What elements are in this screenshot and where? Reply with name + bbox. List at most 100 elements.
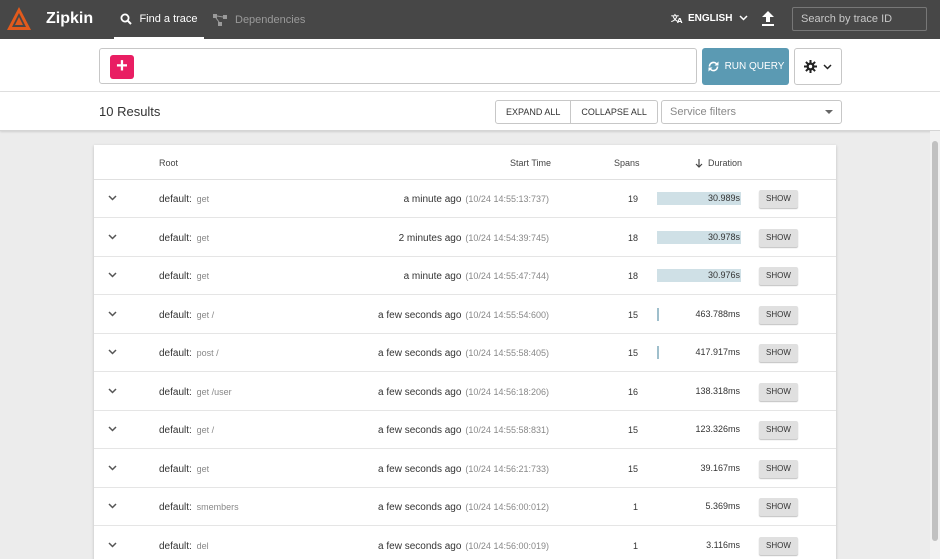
start-time-relative: a minute ago [403, 194, 462, 205]
settings-dropdown-button[interactable] [794, 48, 842, 85]
service-name: default: [159, 502, 192, 513]
table-row[interactable]: default: post / a few seconds ago (10/24 … [94, 334, 836, 372]
span-name: get /user [196, 386, 232, 397]
run-query-button[interactable]: RUN QUERY [702, 48, 789, 85]
table-row[interactable]: default: get / a few seconds ago (10/24 1… [94, 411, 836, 449]
expand-row-chevron-icon[interactable] [108, 503, 117, 509]
show-trace-button[interactable]: SHOW [759, 344, 798, 362]
expand-row-chevron-icon[interactable] [108, 349, 117, 355]
duration-cell: 30.976s [657, 269, 741, 282]
span-name: get [196, 194, 210, 204]
expand-row-chevron-icon[interactable] [108, 233, 117, 240]
start-time-cell: a few seconds ago (10/24 14:55:54:600) [378, 310, 549, 321]
zipkin-logo-icon [7, 7, 31, 30]
start-time-relative: a few seconds ago [378, 348, 462, 359]
start-time-relative: a minute ago [403, 271, 462, 282]
translate-icon: 文 A [671, 13, 683, 24]
expand-all-button[interactable]: EXPAND ALL [496, 101, 570, 123]
table-row[interactable]: default: get 2 minutes ago (10/24 14:54:3… [94, 219, 836, 257]
duration-cell: 3.116ms [657, 539, 741, 552]
expand-row-chevron-icon[interactable] [108, 464, 117, 471]
header-spans[interactable]: Spans [614, 158, 640, 168]
chevron-down-icon [823, 63, 832, 70]
upload-icon[interactable] [761, 11, 775, 27]
service-name: default: [159, 271, 192, 282]
scrollbar-thumb[interactable] [932, 141, 938, 541]
service-name: default: [159, 194, 192, 205]
spans-count: 18 [627, 232, 638, 243]
expand-row-chevron-icon[interactable] [108, 310, 117, 317]
show-trace-button[interactable]: SHOW [759, 190, 798, 208]
root-cell: default: get / [159, 425, 214, 436]
root-cell: default: get [159, 194, 209, 205]
spans-count: 19 [627, 194, 638, 204]
start-time-cell: a few seconds ago (10/24 14:56:00:012) [378, 502, 549, 513]
start-time-absolute: (10/24 14:56:21:733) [465, 463, 549, 474]
tab-find-a-trace[interactable]: Find a trace [114, 0, 204, 39]
page-scrollbar[interactable] [930, 131, 940, 559]
header-duration[interactable]: Duration [695, 158, 742, 168]
spans-count: 18 [627, 271, 638, 281]
spans-count: 1 [632, 502, 638, 512]
expand-row-chevron-icon[interactable] [108, 387, 117, 394]
start-time-relative: a few seconds ago [378, 386, 462, 398]
table-row[interactable]: default: get /user a few seconds ago (10/… [94, 373, 836, 411]
duration-cell: 417.917ms [657, 346, 741, 359]
table-row[interactable]: default: del a few seconds ago (10/24 14:… [94, 527, 836, 559]
spans-count: 16 [627, 386, 638, 397]
table-row[interactable]: default: get a few seconds ago (10/24 14:… [94, 450, 836, 488]
query-criteria-input[interactable]: + [99, 48, 697, 84]
duration-value: 5.369ms [705, 501, 740, 511]
start-time-absolute: (10/24 14:55:54:600) [465, 309, 549, 320]
search-icon [120, 13, 133, 25]
header-start-time[interactable]: Start Time [510, 158, 551, 168]
root-cell: default: del [159, 541, 209, 552]
span-name: smembers [196, 502, 239, 512]
show-trace-button[interactable]: SHOW [759, 305, 798, 324]
tab-dependencies-label: Dependencies [235, 13, 306, 26]
duration-value: 30.989s [707, 193, 740, 203]
language-selector[interactable]: 文 A ENGLISH [671, 12, 748, 24]
top-nav-bar: Zipkin Find a trace Dependencies 文 A ENG… [0, 0, 940, 39]
tab-dependencies[interactable]: Dependencies [213, 0, 305, 39]
chevron-down-icon [739, 15, 748, 21]
expand-row-chevron-icon[interactable] [108, 272, 117, 278]
duration-cell: 5.369ms [657, 500, 741, 513]
root-cell: default: get /user [159, 387, 232, 398]
brand-name[interactable]: Zipkin [46, 10, 93, 28]
span-name: get / [196, 309, 215, 320]
expand-row-chevron-icon[interactable] [108, 195, 117, 201]
expand-row-chevron-icon[interactable] [108, 426, 117, 432]
table-header: Root Start Time Spans Duration [94, 145, 836, 180]
collapse-all-button[interactable]: COLLAPSE ALL [570, 101, 657, 123]
table-row[interactable]: default: smembers a few seconds ago (10/2… [94, 488, 836, 526]
table-row[interactable]: default: get a minute ago (10/24 14:55:47… [94, 257, 836, 295]
expand-row-chevron-icon[interactable] [108, 541, 117, 548]
duration-value: 123.326ms [695, 424, 740, 434]
service-name: default: [159, 309, 192, 321]
service-name: default: [159, 463, 192, 475]
start-time-absolute: (10/24 14:55:47:744) [465, 271, 549, 281]
start-time-relative: a few seconds ago [378, 502, 462, 513]
show-trace-button[interactable]: SHOW [759, 267, 798, 285]
add-criteria-button[interactable]: + [110, 55, 134, 79]
dependencies-icon [213, 13, 227, 26]
show-trace-button[interactable]: SHOW [759, 228, 798, 247]
show-trace-button[interactable]: SHOW [759, 498, 798, 516]
root-cell: default: get [159, 464, 209, 475]
service-filter-select[interactable]: Service filters [661, 100, 842, 124]
show-trace-button[interactable]: SHOW [759, 536, 798, 555]
root-cell: default: get [159, 271, 209, 282]
duration-value: 39.167ms [700, 462, 740, 473]
show-trace-button[interactable]: SHOW [759, 421, 798, 439]
run-query-label: RUN QUERY [724, 61, 785, 72]
spans-count: 15 [627, 348, 638, 358]
trace-id-search-input[interactable] [792, 7, 927, 31]
table-row[interactable]: default: get / a few seconds ago (10/24 1… [94, 296, 836, 334]
show-trace-button[interactable]: SHOW [759, 382, 798, 401]
header-root[interactable]: Root [159, 158, 178, 168]
start-time-absolute: (10/24 14:56:00:012) [465, 502, 549, 512]
table-row[interactable]: default: get a minute ago (10/24 14:55:13… [94, 180, 836, 218]
root-cell: default: get [159, 233, 209, 244]
show-trace-button[interactable]: SHOW [759, 459, 798, 478]
